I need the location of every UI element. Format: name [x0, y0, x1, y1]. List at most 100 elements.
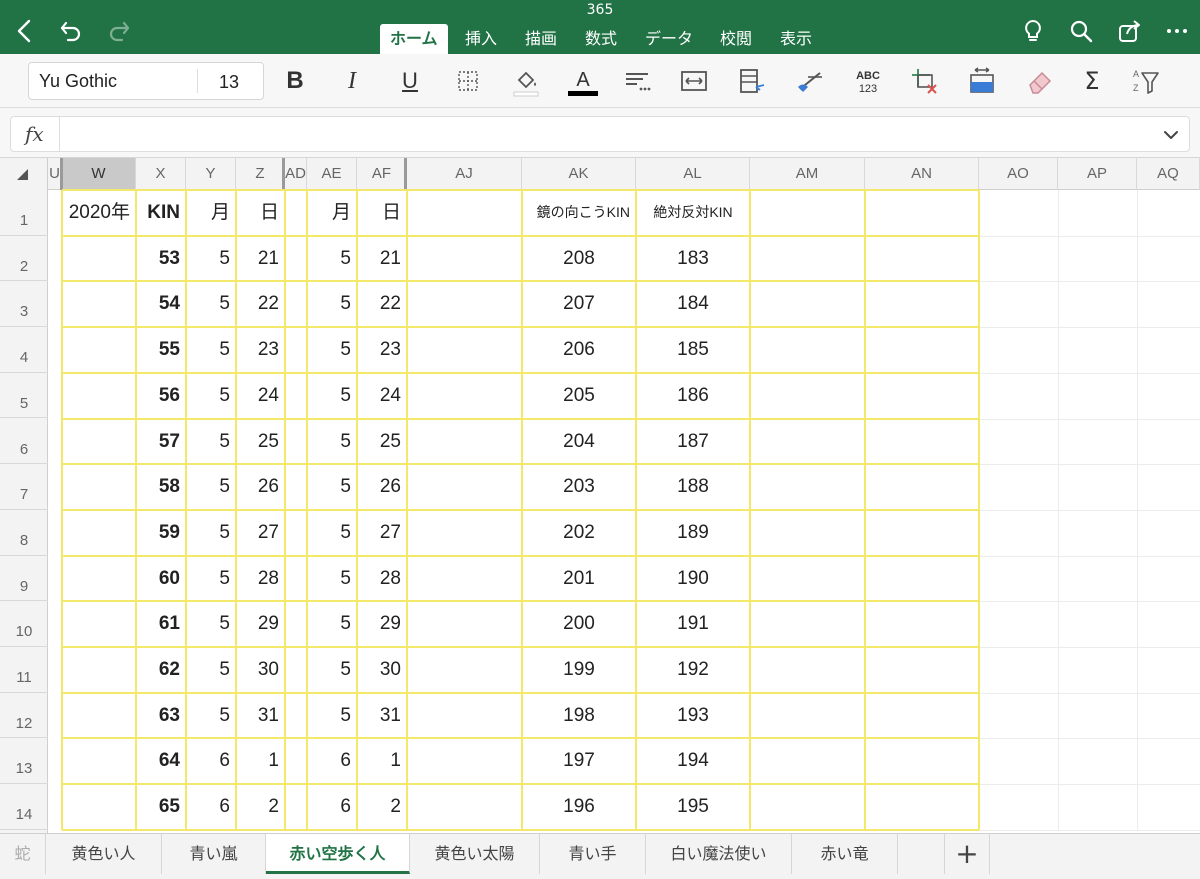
- cell-af11-day[interactable]: 30: [357, 647, 407, 693]
- cell-x5-kin[interactable]: 56: [136, 373, 186, 419]
- sheet-tab-2[interactable]: 青い嵐: [162, 834, 266, 874]
- column-header-ap[interactable]: AP: [1058, 158, 1137, 190]
- column-header-aj[interactable]: AJ: [407, 158, 522, 190]
- cell-ak2-mirror-kin[interactable]: 208: [522, 236, 636, 282]
- select-all-corner[interactable]: [0, 158, 48, 190]
- cell-ak14-mirror-kin[interactable]: 196: [522, 784, 636, 830]
- row-header-12[interactable]: 12: [0, 693, 48, 739]
- row-header-1[interactable]: 1: [0, 190, 48, 236]
- cell-z4-day[interactable]: 23: [236, 327, 285, 373]
- cell-ae9-month[interactable]: 5: [307, 556, 357, 602]
- bold-button[interactable]: B: [275, 62, 315, 100]
- cell-x10-kin[interactable]: 61: [136, 601, 186, 647]
- cell-al7-opposite-kin[interactable]: 188: [636, 464, 750, 510]
- cell-y10-month[interactable]: 5: [186, 601, 236, 647]
- cell-ae11-month[interactable]: 5: [307, 647, 357, 693]
- cell-af1-day-header[interactable]: 日: [357, 190, 407, 236]
- cell-ae10-month[interactable]: 5: [307, 601, 357, 647]
- insert-delete-icon[interactable]: [904, 62, 944, 100]
- freeze-panes-icon[interactable]: [962, 62, 1002, 100]
- cell-y11-month[interactable]: 5: [186, 647, 236, 693]
- formula-input[interactable]: fx: [10, 116, 1190, 152]
- cell-al2-opposite-kin[interactable]: 183: [636, 236, 750, 282]
- wrap-text-icon[interactable]: [674, 62, 714, 100]
- cell-ak12-mirror-kin[interactable]: 198: [522, 693, 636, 739]
- cell-af10-day[interactable]: 29: [357, 601, 407, 647]
- row-header-13[interactable]: 13: [0, 738, 48, 785]
- column-header-af[interactable]: AF: [357, 158, 407, 190]
- cell-ae4-month[interactable]: 5: [307, 327, 357, 373]
- row-header-14[interactable]: 14: [0, 784, 48, 830]
- cell-ae12-month[interactable]: 5: [307, 693, 357, 739]
- cell-ak10-mirror-kin[interactable]: 200: [522, 601, 636, 647]
- cell-x12-kin[interactable]: 63: [136, 693, 186, 739]
- cell-af3-day[interactable]: 22: [357, 281, 407, 327]
- autosum-button[interactable]: Σ: [1072, 62, 1112, 100]
- sheet-tab-active[interactable]: 赤い空歩く人: [266, 834, 410, 874]
- cell-z5-day[interactable]: 24: [236, 373, 285, 419]
- more-icon[interactable]: [1162, 16, 1192, 46]
- cell-ae3-month[interactable]: 5: [307, 281, 357, 327]
- cell-af12-day[interactable]: 31: [357, 693, 407, 739]
- cell-y2-month[interactable]: 5: [186, 236, 236, 282]
- cell-x2-kin[interactable]: 53: [136, 236, 186, 282]
- cell-y9-month[interactable]: 5: [186, 556, 236, 602]
- cell-z14-day[interactable]: 2: [236, 784, 285, 830]
- cell-al12-opposite-kin[interactable]: 193: [636, 693, 750, 739]
- add-sheet-button[interactable]: +: [944, 834, 990, 874]
- share-icon[interactable]: [1114, 16, 1144, 46]
- cell-z11-day[interactable]: 30: [236, 647, 285, 693]
- back-icon[interactable]: [10, 16, 40, 46]
- cell-ak11-mirror-kin[interactable]: 199: [522, 647, 636, 693]
- cell-ae6-month[interactable]: 5: [307, 419, 357, 465]
- fill-color-icon[interactable]: [506, 62, 546, 100]
- cell-z10-day[interactable]: 29: [236, 601, 285, 647]
- sheet-tab-1[interactable]: 黄色い人: [46, 834, 162, 874]
- cell-al5-opposite-kin[interactable]: 186: [636, 373, 750, 419]
- tab-data[interactable]: データ: [635, 24, 703, 54]
- cell-z7-day[interactable]: 26: [236, 464, 285, 510]
- cell-af4-day[interactable]: 23: [357, 327, 407, 373]
- cell-z3-day[interactable]: 22: [236, 281, 285, 327]
- font-color-button[interactable]: A: [562, 62, 604, 100]
- sort-filter-icon[interactable]: AZ: [1126, 62, 1166, 100]
- tab-formulas[interactable]: 数式: [575, 24, 627, 54]
- font-picker[interactable]: Yu Gothic 13: [28, 62, 264, 100]
- italic-button[interactable]: I: [332, 62, 372, 100]
- cell-y13-month[interactable]: 6: [186, 738, 236, 784]
- cell-y6-month[interactable]: 5: [186, 419, 236, 465]
- row-header-4[interactable]: 4: [0, 327, 48, 373]
- cell-y5-month[interactable]: 5: [186, 373, 236, 419]
- column-header-ao[interactable]: AO: [979, 158, 1058, 190]
- cell-z8-day[interactable]: 27: [236, 510, 285, 556]
- cell-x13-kin[interactable]: 64: [136, 738, 186, 784]
- cell-x6-kin[interactable]: 57: [136, 419, 186, 465]
- cell-x1-kin-header[interactable]: KIN: [136, 190, 186, 236]
- cell-af6-day[interactable]: 25: [357, 419, 407, 465]
- font-size-field[interactable]: 13: [219, 72, 239, 93]
- cell-x4-kin[interactable]: 55: [136, 327, 186, 373]
- cell-y4-month[interactable]: 5: [186, 327, 236, 373]
- font-name-field[interactable]: Yu Gothic: [39, 71, 117, 92]
- cell-af14-day[interactable]: 2: [357, 784, 407, 830]
- column-header-ad[interactable]: AD: [285, 158, 307, 190]
- cell-ae1-month-header[interactable]: 月: [307, 190, 357, 236]
- cell-al6-opposite-kin[interactable]: 187: [636, 419, 750, 465]
- cell-z13-day[interactable]: 1: [236, 738, 285, 784]
- cell-al1-opposite-kin-header[interactable]: 絶対反対KIN: [636, 190, 750, 236]
- cell-ak3-mirror-kin[interactable]: 207: [522, 281, 636, 327]
- cell-ak6-mirror-kin[interactable]: 204: [522, 419, 636, 465]
- cell-al13-opposite-kin[interactable]: 194: [636, 738, 750, 784]
- cell-al9-opposite-kin[interactable]: 190: [636, 556, 750, 602]
- cell-af13-day[interactable]: 1: [357, 738, 407, 784]
- cell-y1-month-header[interactable]: 月: [186, 190, 236, 236]
- cell-al10-opposite-kin[interactable]: 191: [636, 601, 750, 647]
- cell-al3-opposite-kin[interactable]: 184: [636, 281, 750, 327]
- cell-af7-day[interactable]: 26: [357, 464, 407, 510]
- cell-ae7-month[interactable]: 5: [307, 464, 357, 510]
- row-header-5[interactable]: 5: [0, 373, 48, 419]
- undo-icon[interactable]: [56, 16, 86, 46]
- cell-x14-kin[interactable]: 65: [136, 784, 186, 830]
- cell-ae14-month[interactable]: 6: [307, 784, 357, 830]
- column-header-am[interactable]: AM: [750, 158, 865, 190]
